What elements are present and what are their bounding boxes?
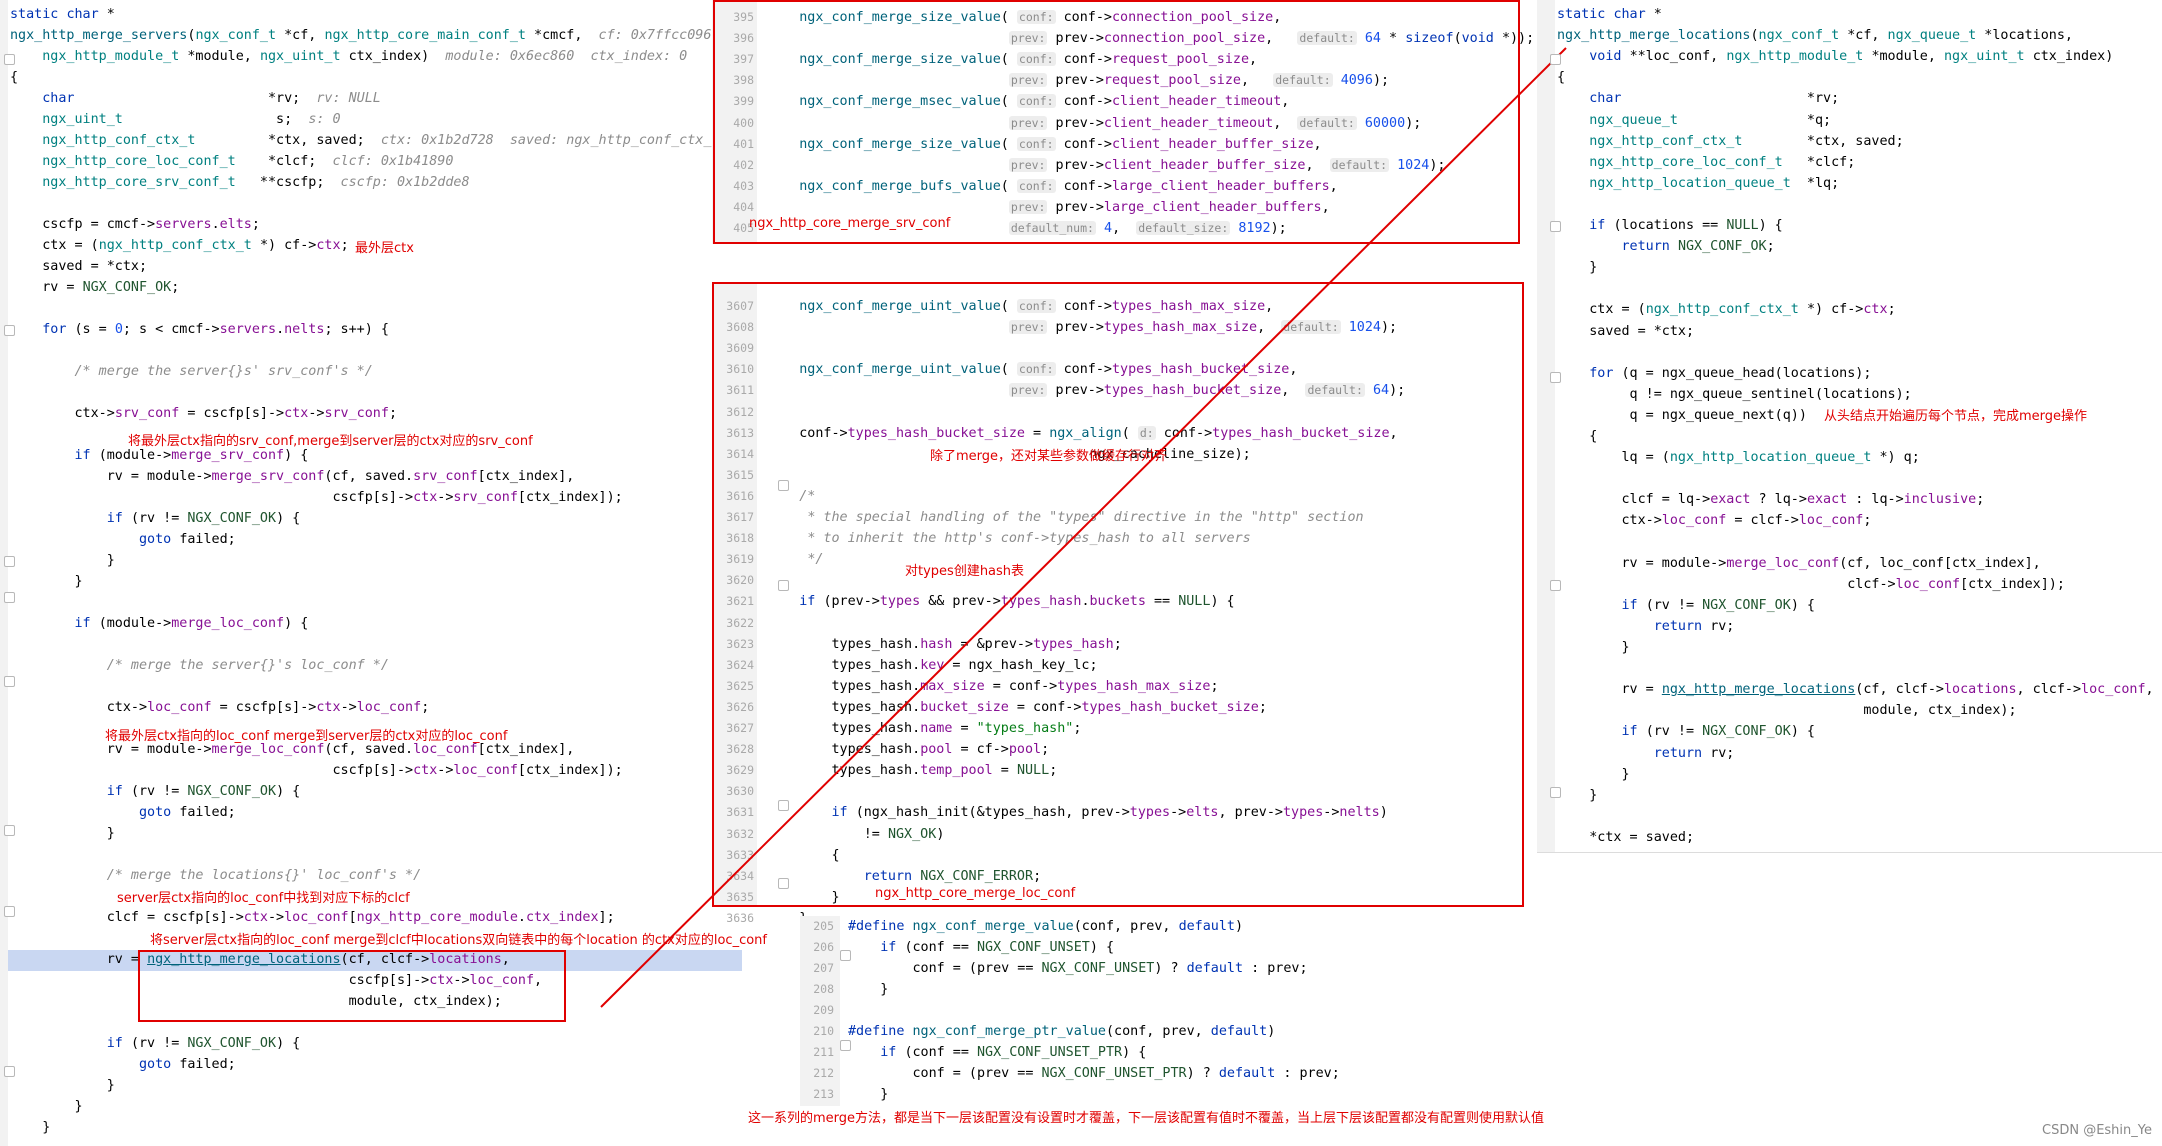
fold-marker-icon[interactable]: [1550, 221, 1561, 232]
fold-marker-icon[interactable]: [1550, 787, 1561, 798]
watermark: CSDN @Eshin_Ye: [2042, 1123, 2152, 1138]
fold-marker-icon[interactable]: [778, 800, 789, 811]
annotation-types-hash: 对types创建hash表: [905, 564, 1025, 579]
annotation-core-merge-srv-conf: ngx_http_core_merge_srv_conf: [749, 216, 951, 231]
fold-marker-icon[interactable]: [1550, 372, 1561, 383]
annotation-cacheline-align: 除了merge，还对某些参数做缓存行对齐: [930, 449, 1168, 464]
fold-marker-icon[interactable]: [4, 556, 15, 567]
annotation-merge-rule: 这一系列的merge方法，都是当下一层该配置没有设置时才覆盖，下一层该配置有值时…: [748, 1111, 1545, 1126]
fold-marker-icon[interactable]: [4, 676, 15, 687]
fold-marker-icon[interactable]: [4, 54, 15, 65]
fold-marker-icon[interactable]: [778, 580, 789, 591]
annotation-outer-ctx: 最外层ctx: [355, 241, 414, 256]
fold-marker-icon[interactable]: [778, 878, 789, 889]
annotation-merge-locations: 将server层ctx指向的loc_conf merge到clcf中locati…: [150, 933, 767, 948]
fold-marker-icon[interactable]: [778, 480, 789, 491]
fold-marker-icon[interactable]: [4, 906, 15, 917]
fold-marker-icon[interactable]: [4, 592, 15, 603]
fold-marker-icon[interactable]: [4, 325, 15, 336]
annotation-merge-srv-conf: 将最外层ctx指向的srv_conf,merge到server层的ctx对应的s…: [128, 434, 533, 449]
fold-marker-icon[interactable]: [840, 950, 851, 961]
fold-marker-icon[interactable]: [4, 1066, 15, 1077]
annotation-core-merge-loc-conf: ngx_http_core_merge_loc_conf: [875, 886, 1076, 901]
fold-marker-icon[interactable]: [1550, 580, 1561, 591]
annotation-iterate-locations: 从头结点开始遍历每个节点，完成merge操作: [1824, 409, 2088, 424]
fold-marker-icon[interactable]: [4, 825, 15, 836]
annotation-find-clcf: server层ctx指向的loc_conf中找到对应下标的clcf: [117, 891, 410, 906]
annotation-merge-loc-conf: 将最外层ctx指向的loc_conf merge到server层的ctx对应的l…: [105, 729, 508, 744]
connector-line: [600, 47, 1567, 1008]
fold-marker-icon[interactable]: [1550, 54, 1561, 65]
fold-marker-icon[interactable]: [840, 1040, 851, 1051]
